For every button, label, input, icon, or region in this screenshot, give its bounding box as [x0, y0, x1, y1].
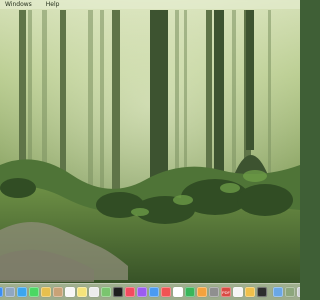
reminders-icon[interactable] — [89, 287, 99, 297]
downloads-folder-icon[interactable] — [273, 287, 283, 297]
keynote-icon[interactable] — [173, 287, 183, 297]
finder-icon[interactable] — [0, 287, 3, 297]
menu-help[interactable]: Help — [46, 0, 60, 9]
app-store-icon[interactable] — [149, 287, 159, 297]
podcasts-icon[interactable] — [137, 287, 147, 297]
maps-icon[interactable] — [101, 287, 111, 297]
music-icon[interactable] — [125, 287, 135, 297]
calendar-icon[interactable] — [65, 287, 75, 297]
news-icon[interactable] — [161, 287, 171, 297]
tv-icon[interactable] — [113, 287, 123, 297]
desktop: Windows Help PDF — [0, 0, 300, 300]
pages-icon[interactable] — [197, 287, 207, 297]
terminal-icon[interactable] — [257, 287, 267, 297]
launchpad-icon[interactable] — [5, 287, 15, 297]
photo-thumb-icon[interactable] — [285, 287, 295, 297]
forest-wallpaper — [0, 0, 300, 300]
notes-icon[interactable] — [77, 287, 87, 297]
messages-icon[interactable] — [29, 287, 39, 297]
contacts-icon[interactable] — [53, 287, 63, 297]
chrome-icon[interactable] — [245, 287, 255, 297]
dock: PDF — [0, 283, 300, 300]
safari-icon[interactable] — [17, 287, 27, 297]
trash-icon[interactable] — [297, 287, 300, 297]
photos-icon[interactable] — [41, 287, 51, 297]
menubar: Windows Help — [0, 0, 300, 9]
menu-windows[interactable]: Windows — [5, 0, 32, 9]
numbers-icon[interactable] — [185, 287, 195, 297]
settings-icon[interactable] — [209, 287, 219, 297]
preview-icon[interactable] — [233, 287, 243, 297]
pdf-icon[interactable]: PDF — [221, 287, 231, 297]
